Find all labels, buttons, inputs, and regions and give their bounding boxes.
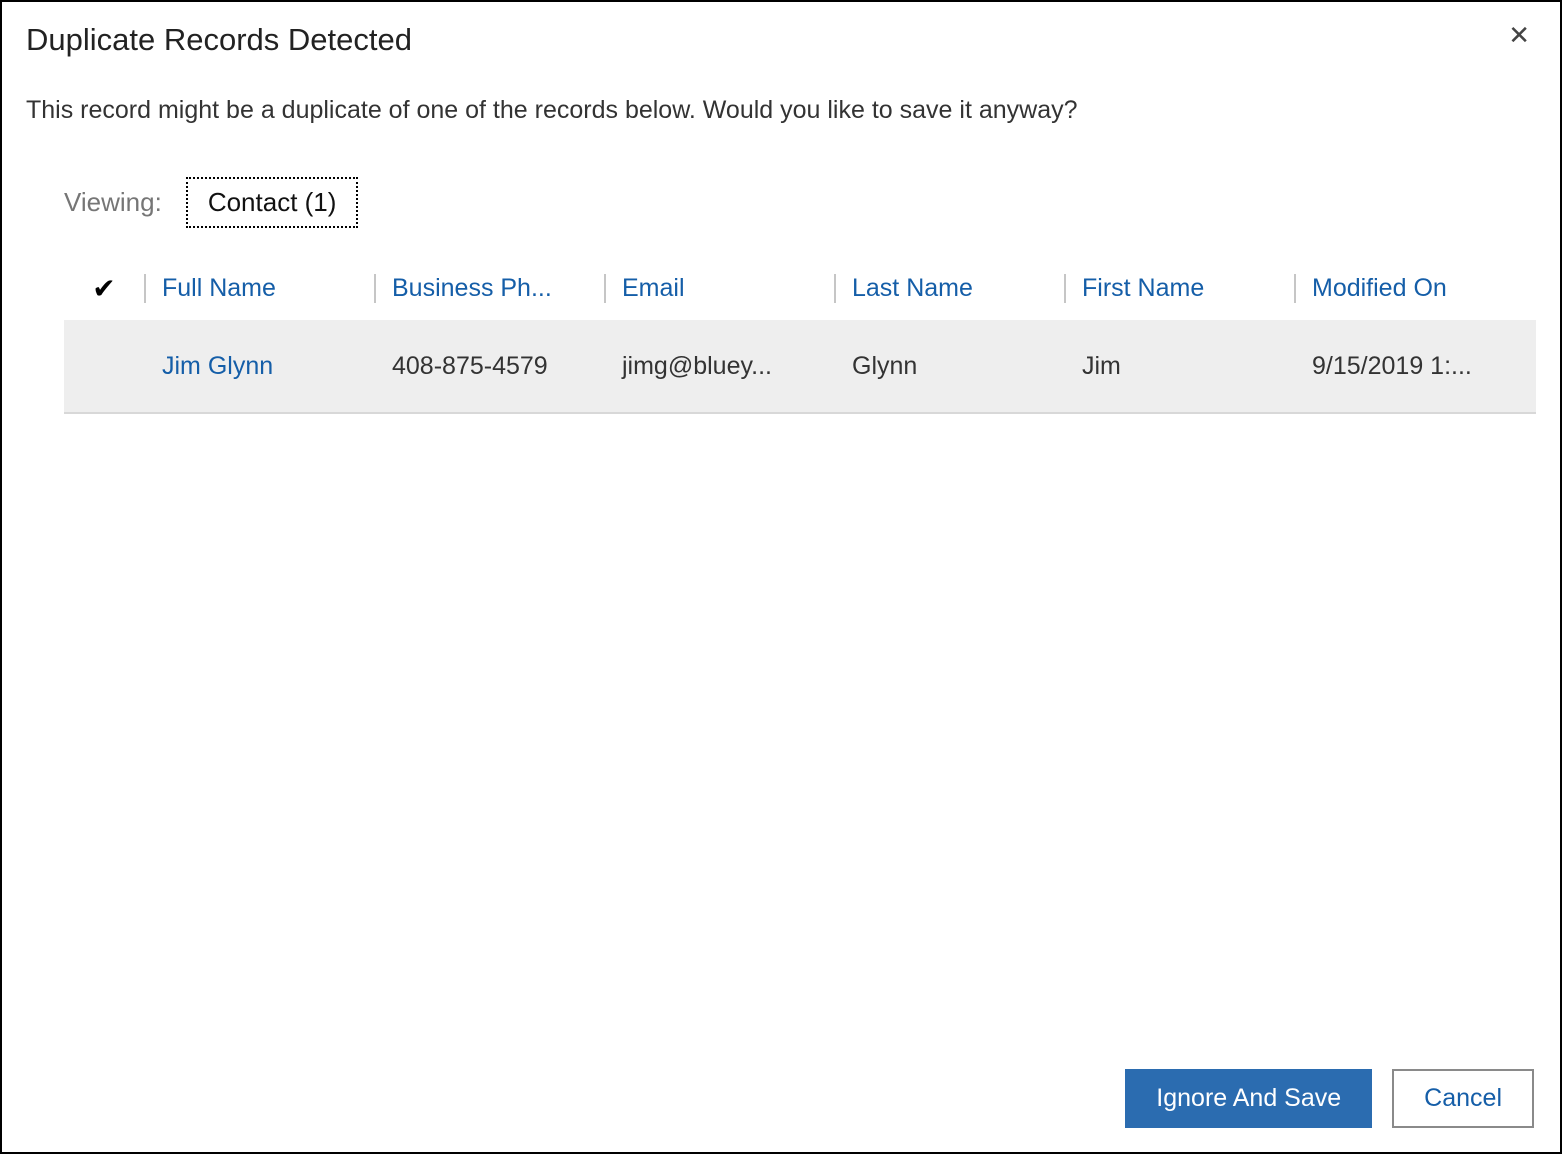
cell-modified-on: 9/15/2019 1:...	[1294, 352, 1536, 381]
column-header-email[interactable]: Email	[604, 274, 834, 303]
column-header-full-name[interactable]: Full Name	[144, 274, 374, 303]
column-header-select[interactable]: ✔	[64, 272, 144, 305]
column-label: Modified On	[1312, 274, 1447, 302]
close-button[interactable]: ✕	[1502, 22, 1536, 48]
duplicate-records-dialog: Duplicate Records Detected ✕ This record…	[0, 0, 1562, 1154]
column-separator	[604, 274, 606, 303]
column-separator	[144, 274, 146, 303]
viewing-tab-contact[interactable]: Contact (1)	[186, 177, 359, 228]
column-separator	[834, 274, 836, 303]
cell-full-name: Jim Glynn	[144, 352, 374, 381]
dialog-message: This record might be a duplicate of one …	[26, 96, 1536, 125]
column-label: Full Name	[162, 274, 276, 302]
table-row[interactable]: Jim Glynn 408-875-4579 jimg@bluey... Gly…	[64, 320, 1536, 412]
column-separator	[374, 274, 376, 303]
viewing-row: Viewing: Contact (1)	[64, 177, 1536, 228]
dialog-header: Duplicate Records Detected ✕	[26, 22, 1536, 58]
dialog-footer: Ignore And Save Cancel	[26, 1065, 1536, 1132]
cell-email: jimg@bluey...	[604, 352, 834, 381]
column-header-last-name[interactable]: Last Name	[834, 274, 1064, 303]
column-label: Email	[622, 274, 685, 302]
full-name-link[interactable]: Jim Glynn	[162, 352, 273, 380]
checkmark-icon: ✔	[92, 272, 115, 305]
cancel-button[interactable]: Cancel	[1392, 1069, 1534, 1128]
duplicates-grid: ✔ Full Name Business Ph... Email Last Na…	[64, 256, 1536, 414]
column-separator	[1294, 274, 1296, 303]
grid-header-row: ✔ Full Name Business Ph... Email Last Na…	[64, 256, 1536, 320]
column-label: Business Ph...	[392, 274, 552, 302]
cell-business-phone: 408-875-4579	[374, 352, 604, 381]
column-header-modified-on[interactable]: Modified On	[1294, 274, 1536, 303]
cell-last-name: Glynn	[834, 352, 1064, 381]
ignore-and-save-button[interactable]: Ignore And Save	[1125, 1069, 1372, 1128]
column-header-first-name[interactable]: First Name	[1064, 274, 1294, 303]
column-header-business-phone[interactable]: Business Ph...	[374, 274, 604, 303]
close-icon: ✕	[1508, 20, 1530, 50]
dialog-title: Duplicate Records Detected	[26, 22, 412, 58]
cell-first-name: Jim	[1064, 352, 1294, 381]
column-separator	[1064, 274, 1066, 303]
column-label: First Name	[1082, 274, 1204, 302]
viewing-label: Viewing:	[64, 187, 162, 218]
column-label: Last Name	[852, 274, 973, 302]
